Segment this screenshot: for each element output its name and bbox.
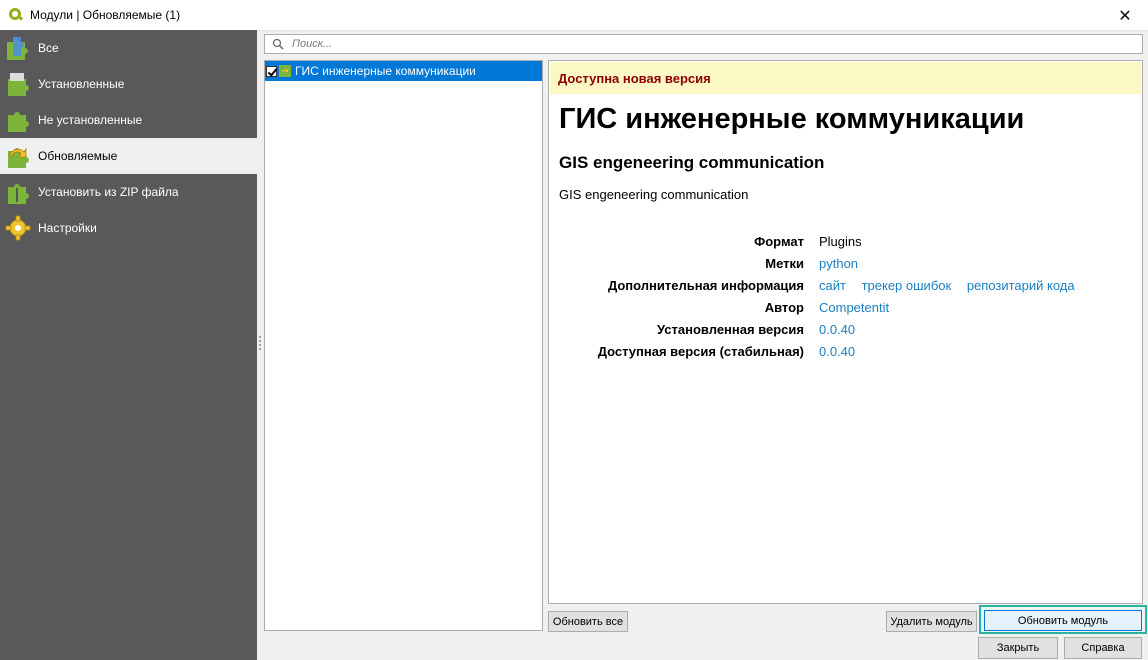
meta-author: Автор Competentit	[549, 297, 1144, 319]
plugin-update-icon	[279, 65, 291, 77]
sidebar-item-label: Обновляемые	[38, 149, 118, 163]
sidebar-item-label: Не установленные	[38, 113, 143, 127]
zip-install-icon	[8, 184, 29, 204]
sidebar-item-label: Настройки	[38, 221, 97, 235]
meta-format: Формат Plugins	[549, 231, 1144, 253]
available-version-link[interactable]: 0.0.40	[819, 344, 855, 359]
puzzle-all-icon	[7, 37, 28, 60]
meta-value: python	[819, 253, 870, 275]
meta-value: Competentit	[819, 297, 901, 319]
plugin-list: ГИС инженерные коммуникации	[264, 60, 543, 631]
meta-label: Формат	[754, 234, 804, 249]
sidebar-item-label: Установленные	[38, 77, 125, 91]
uninstall-plugin-button[interactable]: Удалить модуль	[886, 611, 977, 632]
list-item-label: ГИС инженерные коммуникации	[295, 64, 476, 78]
homepage-link[interactable]: сайт	[819, 278, 846, 293]
sidebar-item-label: Все	[38, 41, 59, 55]
code-repository-link[interactable]: репозитарий кода	[967, 278, 1075, 293]
qgis-logo-icon	[9, 8, 24, 21]
plugin-description: GIS engeneering communication	[559, 187, 749, 202]
plugin-title: ГИС инженерные коммуникации	[559, 103, 1025, 135]
meta-label: Доступная версия (стабильная)	[597, 344, 804, 359]
meta-value: сайт трекер ошибок репозитарий кода	[819, 275, 1087, 297]
meta-value: Plugins	[819, 234, 862, 249]
close-window-button[interactable]: ✕	[1102, 0, 1148, 30]
window-title: Модули | Обновляемые (1)	[30, 8, 181, 22]
author-link[interactable]: Competentit	[819, 300, 889, 315]
meta-tags: Метки python	[549, 253, 1144, 275]
puzzle-not-installed-icon	[8, 112, 29, 132]
upgrade-all-button[interactable]: Обновить все	[548, 611, 628, 632]
plugin-enabled-checkbox[interactable]	[266, 65, 277, 77]
sidebar-item-installed[interactable]: Установленные	[0, 66, 257, 102]
search-input[interactable]	[290, 37, 1142, 51]
puzzle-installed-icon	[8, 73, 29, 96]
upgrade-plugin-button[interactable]: Обновить модуль	[984, 610, 1142, 631]
sidebar-item-not-installed[interactable]: Не установленные	[0, 102, 257, 138]
gear-icon	[5, 215, 31, 241]
meta-label: Установленная версия	[657, 322, 804, 337]
tag-link[interactable]: python	[819, 256, 858, 271]
new-version-banner: Доступна новая версия	[550, 62, 1141, 94]
puzzle-upgradeable-icon	[8, 147, 29, 168]
plugin-details: Доступна новая версия ГИС инженерные ком…	[548, 60, 1143, 604]
sidebar-item-install-zip[interactable]: Установить из ZIP файла	[0, 174, 257, 210]
meta-available-version: Доступная версия (стабильная) 0.0.40	[549, 341, 1144, 363]
sidebar-item-label: Установить из ZIP файла	[38, 185, 179, 199]
meta-value: 0.0.40	[819, 319, 867, 341]
meta-label: Метки	[765, 256, 804, 271]
sidebar-item-settings[interactable]: Настройки	[0, 210, 257, 246]
meta-label: Автор	[764, 300, 804, 315]
meta-value: 0.0.40	[819, 341, 867, 363]
splitter-handle[interactable]	[259, 336, 262, 354]
search-box	[264, 34, 1143, 54]
meta-label: Дополнительная информация	[607, 278, 804, 293]
sidebar-item-all[interactable]: Все	[0, 30, 257, 66]
search-icon	[272, 38, 284, 50]
sidebar-item-upgradeable[interactable]: Обновляемые	[0, 138, 257, 174]
list-item[interactable]: ГИС инженерные коммуникации	[265, 61, 542, 81]
installed-version-link[interactable]: 0.0.40	[819, 322, 855, 337]
sidebar: Все Установленные Не установленные Обнов…	[0, 30, 257, 660]
help-button[interactable]: Справка	[1064, 637, 1142, 659]
meta-more-info: Дополнительная информация сайт трекер ош…	[549, 275, 1144, 297]
meta-installed-version: Установленная версия 0.0.40	[549, 319, 1144, 341]
close-button[interactable]: Закрыть	[978, 637, 1058, 659]
title-bar: Модули | Обновляемые (1) ✕	[0, 0, 1148, 31]
bug-tracker-link[interactable]: трекер ошибок	[862, 278, 952, 293]
plugin-subtitle: GIS engeneering communication	[559, 153, 825, 172]
